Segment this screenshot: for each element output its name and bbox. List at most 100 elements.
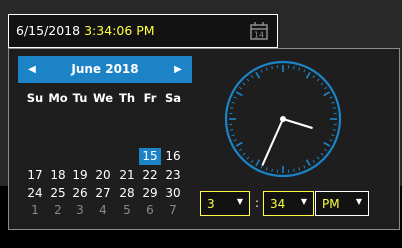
clock-center — [280, 116, 286, 122]
clock-minute-tick — [239, 148, 243, 152]
clock-minute-tick — [265, 67, 268, 71]
minute-value: 34 — [270, 197, 286, 211]
clock-minute-tick — [303, 165, 306, 169]
day-cell[interactable]: 27 — [92, 185, 114, 202]
date-value: 6/15/2018 — [16, 23, 81, 38]
clock-minute-tick — [323, 86, 327, 90]
day-cell-next-month[interactable]: 4 — [92, 202, 114, 219]
clock-minute-tick — [293, 168, 295, 172]
calendar-month-title[interactable]: June 2018 — [42, 56, 168, 83]
svg-text:14: 14 — [254, 31, 264, 40]
weekday-fr: Fr — [143, 91, 157, 105]
clock-minute-tick — [331, 134, 335, 137]
clock-minute-tick — [231, 101, 235, 104]
minute-select[interactable]: 34 ▼ — [263, 191, 314, 216]
clock-minute-tick — [242, 82, 246, 86]
day-cell-next-month[interactable]: 1 — [24, 202, 46, 219]
clock-minute-tick — [303, 69, 306, 73]
chevron-down-icon: ▼ — [355, 197, 362, 206]
day-cell[interactable]: 23 — [162, 167, 184, 184]
clock-hour-tick — [235, 141, 243, 147]
day-cell[interactable]: 16 — [162, 148, 184, 165]
weekday-tu: Tu — [72, 91, 88, 105]
day-cell[interactable]: 20 — [92, 167, 114, 184]
clock-minute-tick — [312, 75, 316, 79]
day-cell[interactable]: 17 — [24, 167, 46, 184]
clock-minute-tick — [320, 82, 324, 86]
weekday-su: Su — [26, 91, 44, 105]
clock-minute-tick — [316, 78, 320, 82]
day-cell[interactable]: 25 — [47, 185, 69, 202]
clock-minute-tick — [329, 96, 333, 99]
clock-minute-tick — [260, 69, 263, 73]
clock-minute-tick — [329, 139, 333, 142]
day-cell[interactable]: 19 — [69, 167, 91, 184]
day-cell[interactable]: 22 — [139, 167, 161, 184]
day-cell-next-month[interactable]: 2 — [47, 202, 69, 219]
clock-hour-tick — [305, 159, 311, 167]
weekday-we: We — [92, 91, 114, 105]
day-cell[interactable]: 30 — [162, 185, 184, 202]
clock-minute-tick — [298, 167, 301, 171]
clock-minute-tick — [332, 129, 336, 131]
clock-minute-tick — [233, 139, 237, 142]
chevron-down-icon: ▼ — [236, 197, 243, 206]
day-cell[interactable]: 28 — [116, 185, 138, 202]
clock-minute-tick — [230, 107, 234, 109]
clock-minute-tick — [242, 152, 246, 156]
day-cell[interactable]: 24 — [24, 185, 46, 202]
clock-minute-tick — [250, 75, 254, 79]
clock-hour-tick — [323, 91, 331, 97]
clock-minute-tick — [312, 159, 316, 163]
clock-hour-tick — [323, 141, 331, 147]
clock-minute-tick — [233, 96, 237, 99]
clock-minute-tick — [246, 78, 250, 82]
day-cell[interactable]: 18 — [47, 167, 69, 184]
time-value: 3:34:06 PM — [84, 23, 155, 38]
clock-hour-tick — [305, 71, 311, 79]
clock-minute-tick — [246, 156, 250, 160]
clock-minute-tick — [265, 167, 268, 171]
clock-minute-tick — [230, 129, 234, 131]
datetime-input[interactable]: 6/15/2018 3:34:06 PM 14 — [8, 14, 278, 48]
hour-value: 3 — [207, 197, 215, 211]
chevron-down-icon: ▼ — [300, 197, 307, 206]
day-cell-next-month[interactable]: 6 — [139, 202, 161, 219]
day-cell-next-month[interactable]: 5 — [116, 202, 138, 219]
datetime-popup: ◀ June 2018 ▶ Su Mo Tu We Th Fr Sa 15 16… — [8, 48, 400, 230]
weekday-mo: Mo — [48, 91, 68, 105]
day-cell-selected[interactable]: 15 — [139, 148, 161, 165]
day-cell-next-month[interactable]: 7 — [162, 202, 184, 219]
ampm-select[interactable]: PM ▼ — [315, 191, 369, 216]
day-cell-next-month[interactable]: 3 — [69, 202, 91, 219]
clock-hour-tick — [255, 159, 261, 167]
clock-hour-tick — [235, 91, 243, 97]
calendar-header: ◀ June 2018 ▶ — [18, 56, 192, 83]
clock-minute-tick — [320, 152, 324, 156]
weekday-th: Th — [118, 91, 136, 105]
clock-minute-tick — [271, 66, 273, 70]
analog-clock — [224, 60, 342, 178]
day-cell[interactable]: 29 — [139, 185, 161, 202]
weekday-sa: Sa — [164, 91, 182, 105]
calendar-icon[interactable]: 14 — [249, 21, 269, 41]
clock-minute-tick — [298, 67, 301, 71]
clock-hour-hand — [281, 117, 313, 129]
clock-minute-tick — [332, 107, 336, 109]
clock-hour-tick — [255, 71, 261, 79]
clock-minute-hand — [261, 118, 284, 166]
clock-minute-tick — [239, 86, 243, 90]
prev-month-arrow-icon[interactable]: ◀ — [20, 56, 44, 83]
clock-minute-tick — [331, 101, 335, 104]
clock-minute-tick — [293, 66, 295, 70]
clock-minute-tick — [231, 134, 235, 137]
time-separator: : — [255, 196, 260, 210]
next-month-arrow-icon[interactable]: ▶ — [166, 56, 190, 83]
ampm-value: PM — [322, 197, 340, 211]
day-cell[interactable]: 21 — [116, 167, 138, 184]
datetime-value: 6/15/2018 3:34:06 PM — [16, 23, 155, 38]
hour-select[interactable]: 3 ▼ — [200, 191, 250, 216]
clock-minute-tick — [323, 148, 327, 152]
day-cell[interactable]: 26 — [69, 185, 91, 202]
clock-minute-tick — [260, 165, 263, 169]
